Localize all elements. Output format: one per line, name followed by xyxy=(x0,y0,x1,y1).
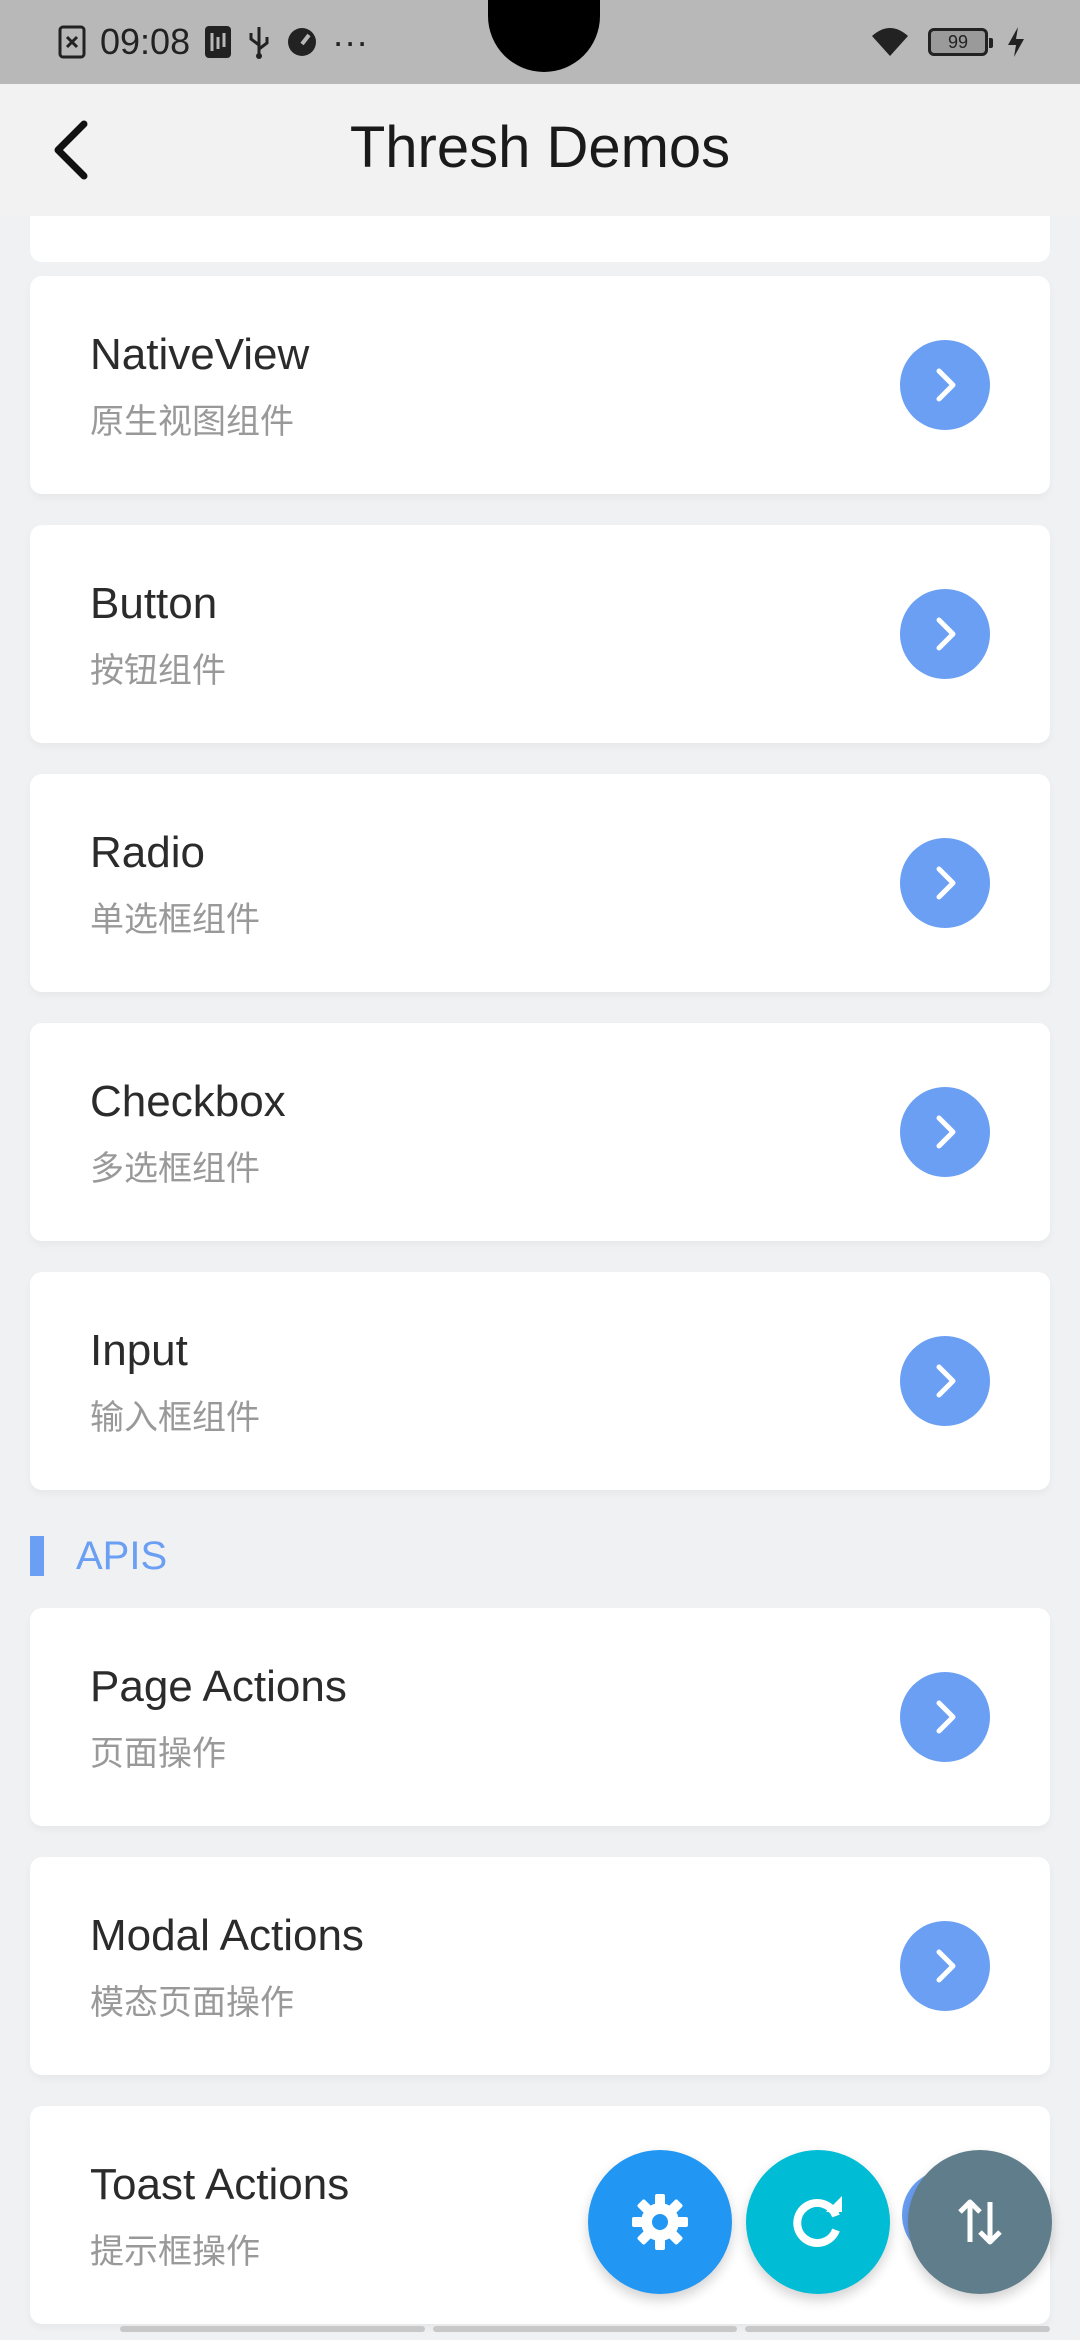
list-item-title: Page Actions xyxy=(90,1662,347,1711)
list-item-title: Button xyxy=(90,579,218,628)
page-title: Thresh Demos xyxy=(349,115,731,180)
sort-arrows-icon xyxy=(958,2199,1002,2245)
chevron-right-button[interactable] xyxy=(900,1336,990,1426)
list-item-button[interactable]: Button 按钮组件 xyxy=(30,525,1050,743)
sort-fab[interactable] xyxy=(908,2150,1052,2294)
list-item-title: Input xyxy=(90,1326,188,1375)
chevron-right-button[interactable] xyxy=(900,1921,990,2011)
app-header: Thresh Demos xyxy=(0,84,1080,216)
more-dots-icon: ··· xyxy=(332,21,369,62)
list-item-subtitle: 多选框组件 xyxy=(90,1149,260,1189)
list-item-radio[interactable]: Radio 单选框组件 xyxy=(30,774,1050,992)
section-header-apis: APIS xyxy=(30,1526,167,1586)
list-item-subtitle: 页面操作 xyxy=(90,1734,226,1774)
list-item-subtitle: 按钮组件 xyxy=(90,651,226,691)
list-item-partial[interactable] xyxy=(30,216,1050,262)
status-time: 09:08 xyxy=(100,21,191,62)
chevron-right-button[interactable] xyxy=(900,1672,990,1762)
demo-list[interactable]: NativeView 原生视图组件 Button 按钮组件 Radio 单选框组… xyxy=(0,216,1080,2340)
refresh-fab[interactable] xyxy=(746,2150,890,2294)
list-item-subtitle: 提示框操作 xyxy=(90,2232,260,2272)
list-item-toast-actions[interactable]: Toast Actions 提示框操作 xyxy=(30,2106,1050,2324)
list-item-subtitle: 模态页面操作 xyxy=(90,1983,294,2023)
gear-icon xyxy=(632,2194,688,2250)
list-item-title: Modal Actions xyxy=(90,1911,364,1960)
status-bar-right: 99 xyxy=(870,18,1026,66)
speed-icon xyxy=(286,26,318,58)
list-item-title: NativeView xyxy=(90,330,310,379)
list-item-nativeview[interactable]: NativeView 原生视图组件 xyxy=(30,276,1050,494)
chevron-right-icon xyxy=(936,1700,956,1734)
chevron-right-icon xyxy=(936,368,956,402)
chevron-right-button[interactable] xyxy=(900,838,990,928)
wifi-icon xyxy=(870,26,910,58)
status-bar-left: 09:08 ··· xyxy=(58,18,368,66)
chevron-right-button[interactable] xyxy=(900,589,990,679)
chevron-right-button[interactable] xyxy=(900,1087,990,1177)
list-item-subtitle: 单选框组件 xyxy=(90,900,260,940)
list-item-title: Checkbox xyxy=(90,1077,286,1126)
chevron-right-icon xyxy=(936,1364,956,1398)
gesture-nav-bar xyxy=(120,2326,1051,2332)
refresh-icon xyxy=(793,2196,842,2247)
section-accent-bar xyxy=(30,1536,44,1576)
list-item-modal-actions[interactable]: Modal Actions 模态页面操作 xyxy=(30,1857,1050,2075)
list-item-title: Toast Actions xyxy=(90,2160,350,2209)
settings-fab[interactable] xyxy=(588,2150,732,2294)
usb-debug-icon xyxy=(204,25,232,59)
charging-icon xyxy=(1006,25,1026,59)
list-item-checkbox[interactable]: Checkbox 多选框组件 xyxy=(30,1023,1050,1241)
list-item-subtitle: 输入框组件 xyxy=(90,1398,260,1438)
chevron-right-icon xyxy=(936,1949,956,1983)
chevron-right-button[interactable] xyxy=(900,340,990,430)
usb-icon xyxy=(246,25,272,59)
battery-icon: 99 xyxy=(928,28,993,56)
list-item-page-actions[interactable]: Page Actions 页面操作 xyxy=(30,1608,1050,1826)
section-label: APIS xyxy=(76,1533,168,1578)
list-item-input[interactable]: Input 输入框组件 xyxy=(30,1272,1050,1490)
chevron-right-icon xyxy=(936,617,956,651)
screenshot-x-icon xyxy=(58,25,86,59)
list-item-subtitle: 原生视图组件 xyxy=(90,402,294,442)
list-item-title: Radio xyxy=(90,828,205,877)
chevron-right-icon xyxy=(936,866,956,900)
battery-level: 99 xyxy=(947,31,969,52)
chevron-right-icon xyxy=(936,1115,956,1149)
